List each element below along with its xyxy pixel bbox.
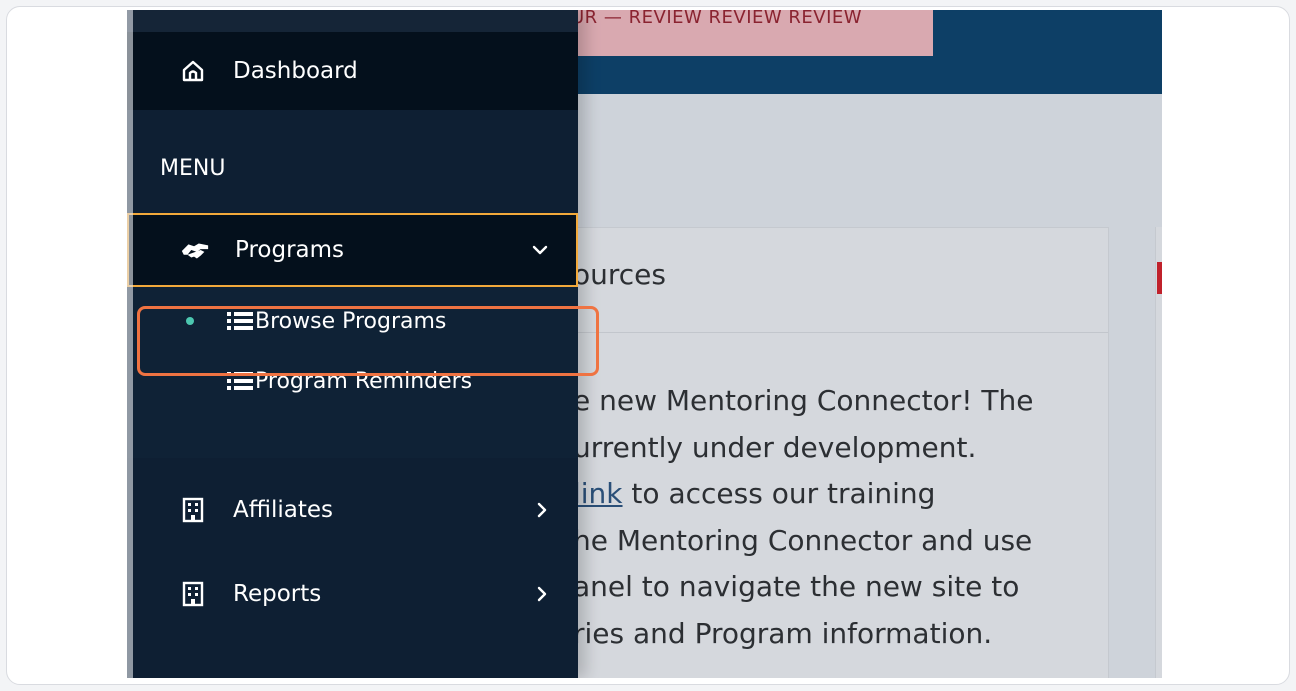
resources-card: ources e new Mentoring Connector! The ur… [572,227,1109,678]
tutorial-highlight-box [137,306,599,376]
red-accent-mark [1157,262,1162,294]
sidebar-item-affiliates[interactable]: Affiliates [127,475,578,545]
building-icon [178,579,208,609]
card-divider [573,332,1108,333]
card-line-with-link: link to access our training [573,471,1093,518]
sidebar-item-label: Reports [233,581,322,607]
menu-heading: MENU [160,156,226,181]
card-line: urrently under development. [573,430,977,464]
card-title: ources [573,258,666,291]
chevron-down-icon [528,238,552,262]
training-link[interactable]: link [573,477,623,510]
card-line: to access our training [622,477,936,510]
sidebar-item-label: Programs [235,237,345,263]
home-icon [178,56,208,86]
review-banner-text: UR — REVIEW REVIEW REVIEW [571,10,863,28]
review-banner: UR — REVIEW REVIEW REVIEW [547,10,933,56]
card-body: e new Mentoring Connector! The urrently … [573,378,1093,657]
card-line: e new Mentoring Connector! The [573,384,1034,417]
right-panel-edge [1155,227,1162,678]
chevron-right-icon [530,498,554,522]
sidebar-item-dashboard[interactable]: Dashboard [127,32,578,110]
sidebar-item-label: Affiliates [233,497,333,523]
card-line: anel to navigate the new site to [573,570,1020,603]
building-icon [178,495,208,525]
card-line: he Mentoring Connector and use [573,523,1033,557]
chevron-right-icon [530,582,554,606]
sidebar-item-programs[interactable]: Programs [127,213,578,287]
viewport-left-edge [127,10,133,678]
sidebar-top-strip [127,10,578,32]
sidebar-item-label: Dashboard [233,58,358,84]
sidebar-item-reports[interactable]: Reports [127,559,578,629]
handshake-icon [180,235,210,265]
card-line: ries and Program information. [573,616,993,650]
